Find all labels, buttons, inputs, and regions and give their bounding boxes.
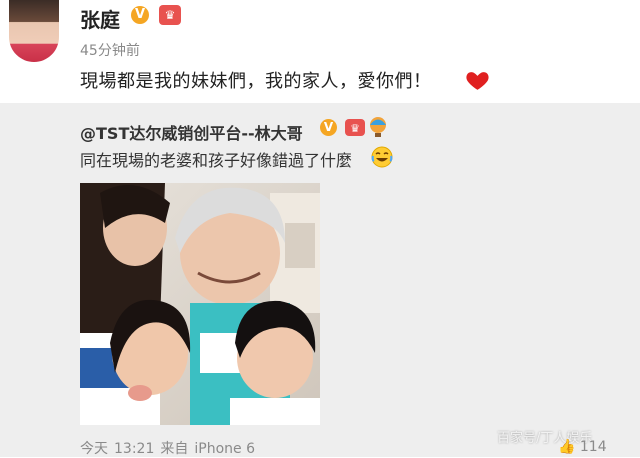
post-meta: 今天 13:21 来自 iPhone 6 <box>80 438 261 458</box>
vip-crown-icon: ♛ <box>159 5 181 25</box>
verified-badge-icon: V <box>131 6 149 24</box>
post-date: 今天 <box>80 441 108 457</box>
svg-text:♛: ♛ <box>350 122 360 135</box>
source-device-link[interactable]: iPhone 6 <box>194 441 255 457</box>
heart-emoji-icon <box>466 72 489 90</box>
post-text: 現場都是我的妹妹們，我的家人，愛你們！ <box>80 71 432 92</box>
like-count: 114 <box>579 439 607 455</box>
vip-badges-icon: ♛ <box>345 117 386 137</box>
like-button[interactable]: 👍 114 <box>558 439 607 455</box>
post-header: 张庭 V ♛ 45分钟前 現場都是我的妹妹們，我的家人，愛你們！ <box>0 0 640 103</box>
laugh-tears-emoji-icon <box>371 146 393 168</box>
repost-text: 同在現場的老婆和孩子好像錯過了什麼 <box>80 151 353 170</box>
repost-card[interactable]: @TST达尔威销创平台--林大哥 V ♛ 同在現場的老婆和孩子好像錯過了什麼 今… <box>0 103 640 457</box>
repost-author[interactable]: @TST达尔威销创平台--林大哥 <box>80 120 303 144</box>
post-clock-time: 13:21 <box>114 441 155 457</box>
thumbs-up-icon: 👍 <box>558 439 576 455</box>
family-selfie-photo[interactable] <box>80 183 320 425</box>
verified-badge-icon: V <box>320 119 337 136</box>
avatar[interactable] <box>9 0 59 62</box>
post-time: 45分钟前 <box>80 43 140 59</box>
source-prefix: 来自 <box>160 441 189 457</box>
author-name[interactable]: 张庭 <box>80 4 120 33</box>
